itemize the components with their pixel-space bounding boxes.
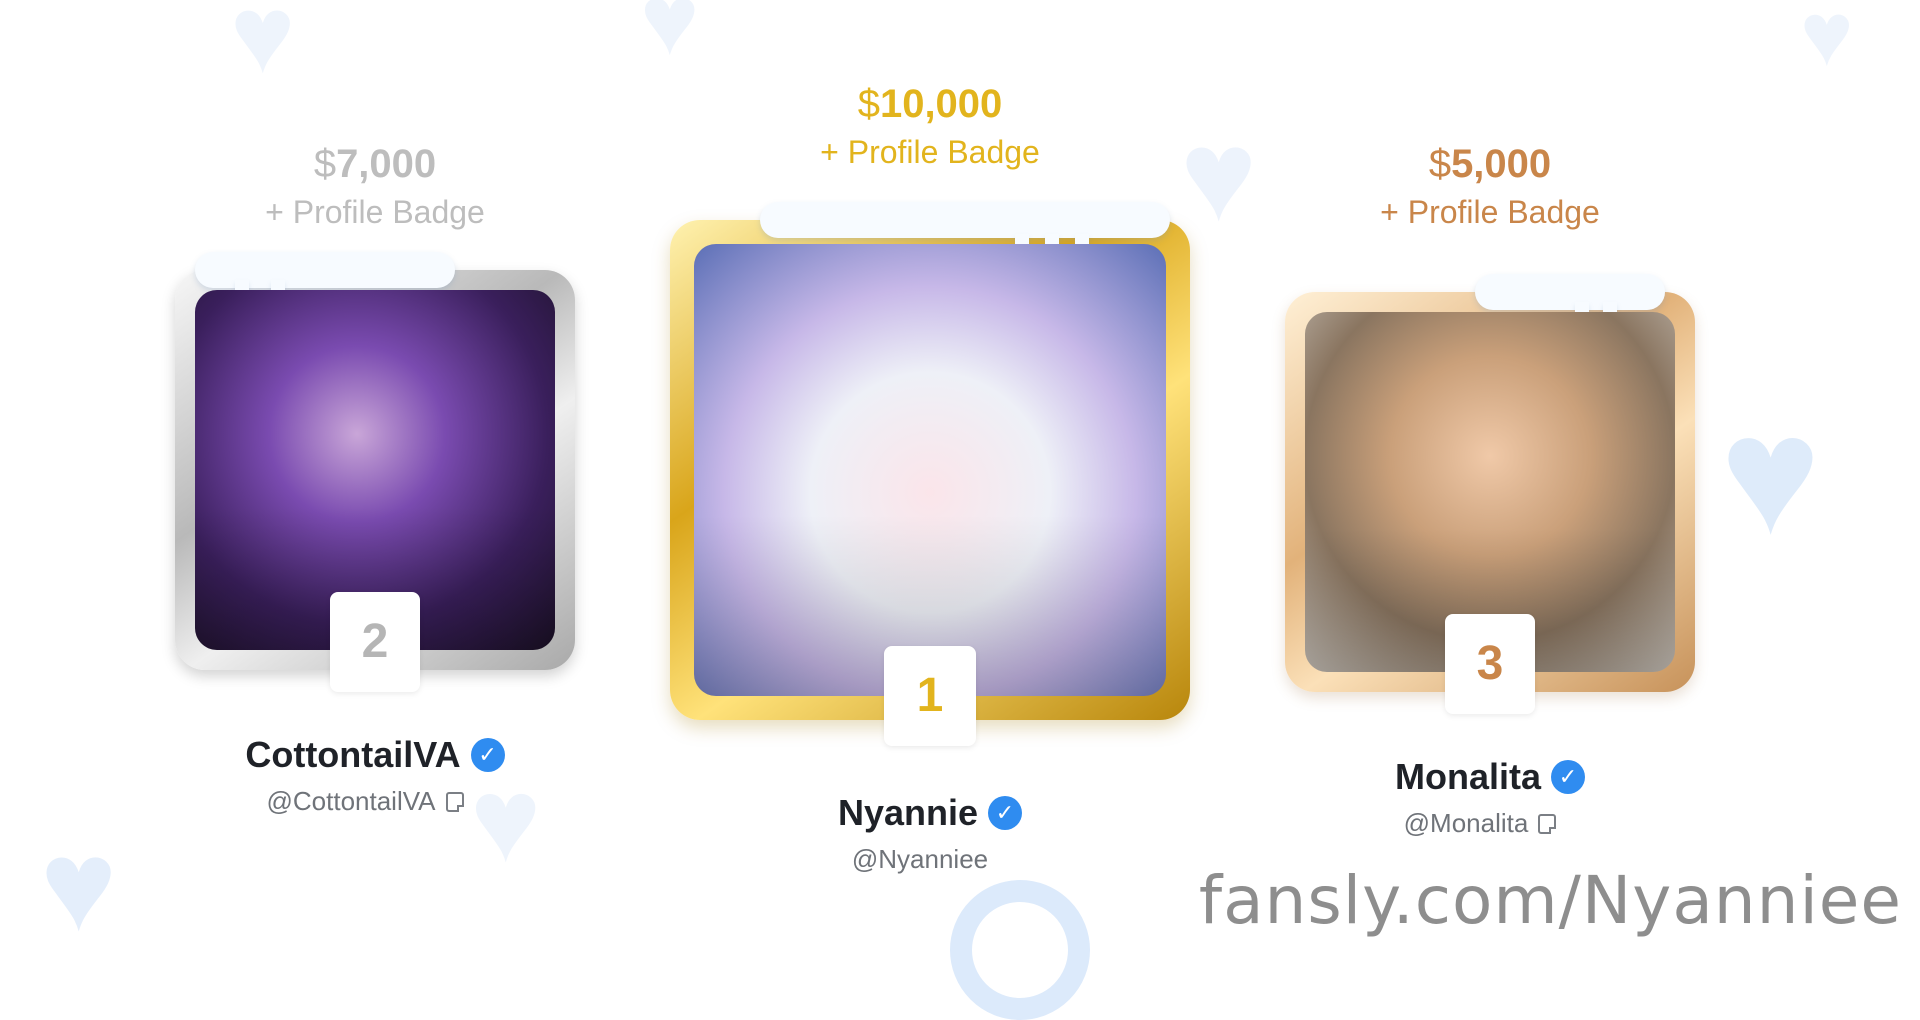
rank-badge: 1 [884, 646, 976, 746]
background-heart-icon: ♥ [640, 0, 700, 76]
verified-check-icon: ✓ [470, 738, 505, 772]
background-heart-icon: ♥ [40, 812, 118, 958]
creator-handle[interactable]: @CottontailVA [267, 786, 436, 817]
prize-reward: + Profile Badge [1380, 194, 1600, 230]
creator-handle[interactable]: @Nyanniee [852, 844, 988, 875]
note-icon[interactable] [445, 791, 464, 812]
verified-check-icon: ✓ [1551, 760, 1585, 794]
watermark: fansly.com/Nyanniee [1198, 862, 1902, 939]
prize-amount: $10,000 [857, 82, 1003, 126]
rank-badge: 2 [330, 592, 420, 692]
podium-card-second: $7,000 + Profile Badge 2 CottontailVA ✓ … [175, 140, 575, 817]
note-icon[interactable] [1538, 813, 1557, 834]
podium-card-first: $10,000 + Profile Badge 1 Nyannie ✓ @Nya… [665, 80, 1195, 875]
avatar-frame-bronze[interactable]: 3 [1285, 274, 1695, 714]
snow-decoration [195, 252, 455, 288]
background-heart-icon: ♥ [230, 0, 296, 96]
podium-card-third: $5,000 + Profile Badge 3 Monalita ✓ @Mon… [1285, 140, 1695, 839]
creator-name[interactable]: Monalita [1395, 756, 1541, 798]
background-heart-icon: ♥ [1720, 380, 1821, 570]
avatar-frame-silver[interactable]: 2 [175, 252, 575, 692]
avatar-frame-gold[interactable]: 1 [670, 202, 1190, 746]
creator-name[interactable]: CottontailVA [245, 734, 460, 776]
background-ring-decoration [950, 880, 1090, 1020]
rank-badge: 3 [1445, 614, 1535, 714]
background-heart-icon: ♥ [1800, 0, 1854, 85]
prize-amount: $7,000 [313, 142, 437, 186]
prize-reward: + Profile Badge [820, 134, 1040, 170]
snow-decoration [1475, 274, 1665, 310]
prize-reward: + Profile Badge [265, 194, 485, 230]
verified-check-icon: ✓ [988, 796, 1023, 830]
snow-decoration [760, 202, 1170, 238]
prize-amount: $5,000 [1428, 142, 1552, 186]
avatar [694, 244, 1166, 696]
creator-handle[interactable]: @Monalita [1404, 808, 1529, 839]
creator-name[interactable]: Nyannie [838, 792, 978, 834]
